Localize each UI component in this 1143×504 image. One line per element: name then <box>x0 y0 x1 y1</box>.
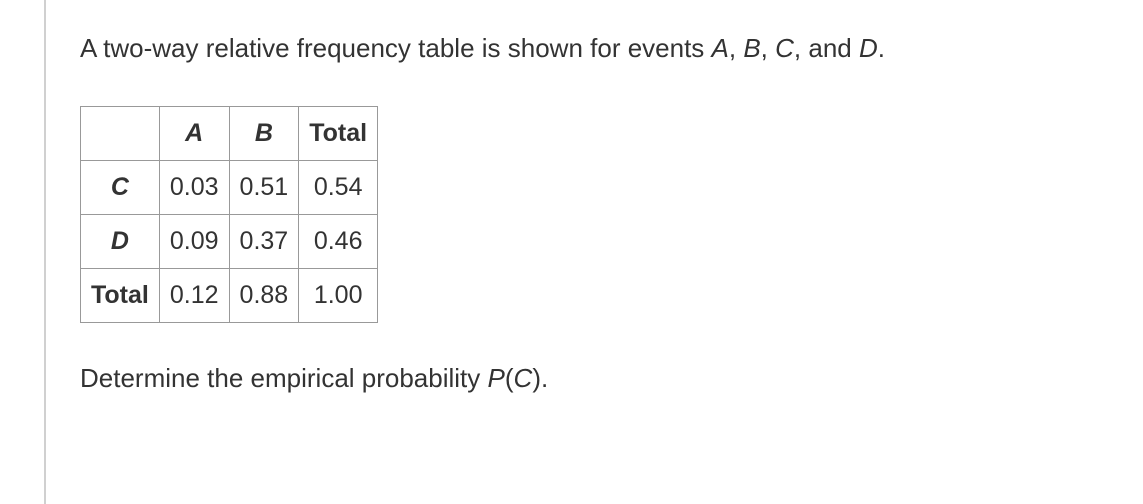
row-Total-label: Total <box>81 269 160 323</box>
intro-sep3: , and <box>794 33 859 63</box>
intro-suffix: . <box>878 33 885 63</box>
intro-D: D <box>859 33 878 63</box>
cell-C-A: 0.03 <box>159 161 229 215</box>
cell-C-B: 0.51 <box>229 161 299 215</box>
table-header-row: A B Total <box>81 107 378 161</box>
cell-D-Total: 0.46 <box>299 215 378 269</box>
intro-B: B <box>743 33 760 63</box>
question-P: P <box>488 363 505 393</box>
problem-content: A two-way relative frequency table is sh… <box>80 30 1080 394</box>
frequency-table: A B Total C 0.03 0.51 0.54 D 0.09 0.37 0… <box>80 106 378 323</box>
table-row-D: D 0.09 0.37 0.46 <box>81 215 378 269</box>
table-row-C: C 0.03 0.51 0.54 <box>81 161 378 215</box>
header-B: B <box>229 107 299 161</box>
cell-Total-Total: 1.00 <box>299 269 378 323</box>
intro-C: C <box>775 33 794 63</box>
row-C-label: C <box>81 161 160 215</box>
question-close: ). <box>532 363 548 393</box>
intro-sep2: , <box>761 33 775 63</box>
intro-sep1: , <box>729 33 743 63</box>
question-C: C <box>514 363 533 393</box>
table-row-Total: Total 0.12 0.88 1.00 <box>81 269 378 323</box>
cell-D-A: 0.09 <box>159 215 229 269</box>
cell-C-Total: 0.54 <box>299 161 378 215</box>
vertical-divider <box>44 0 46 504</box>
question-open: ( <box>505 363 514 393</box>
intro-paragraph: A two-way relative frequency table is sh… <box>80 30 1080 66</box>
header-A: A <box>159 107 229 161</box>
cell-Total-B: 0.88 <box>229 269 299 323</box>
question-paragraph: Determine the empirical probability P(C)… <box>80 363 1080 394</box>
row-D-label: D <box>81 215 160 269</box>
question-prefix: Determine the empirical probability <box>80 363 488 393</box>
header-Total: Total <box>299 107 378 161</box>
cell-Total-A: 0.12 <box>159 269 229 323</box>
header-blank <box>81 107 160 161</box>
intro-prefix: A two-way relative frequency table is sh… <box>80 33 712 63</box>
intro-A: A <box>712 33 729 63</box>
cell-D-B: 0.37 <box>229 215 299 269</box>
